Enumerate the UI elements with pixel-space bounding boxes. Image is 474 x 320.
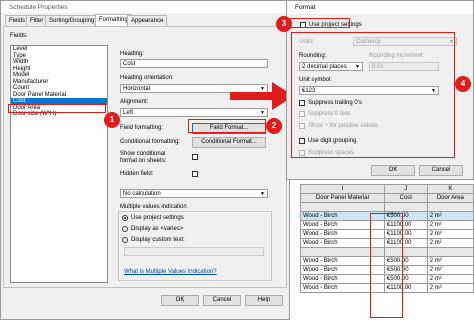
column-header[interactable]: Door Area <box>426 193 474 203</box>
alignment-value: Left <box>123 110 134 116</box>
multiple-values-label: Multiple values indication <box>120 204 187 210</box>
alignment-label: Alignment: <box>120 99 149 105</box>
callout-4: 4 <box>455 76 471 92</box>
tab-appearance[interactable]: Appearance <box>127 15 168 26</box>
heading-orientation-label: Heading orientation: <box>120 75 174 81</box>
highlight-format-options <box>291 32 455 158</box>
cell-area[interactable]: 2 m² <box>426 229 474 239</box>
callout-3: 3 <box>276 16 292 32</box>
format-dialog-titlebar: Format <box>287 1 473 14</box>
formatting-panel: Fields: Level Type Width Height Model Manufac… <box>3 26 287 288</box>
group-header-row <box>300 202 474 212</box>
ok-button[interactable]: OK <box>161 295 199 306</box>
column-letter: K <box>426 184 474 194</box>
fields-label: Fields: <box>10 33 28 39</box>
column-header[interactable]: Door Panel Material <box>300 193 385 203</box>
show-conditional-label: Show conditional format on sheets: <box>120 151 167 164</box>
column-letter-row: I J K <box>300 184 474 194</box>
cell-area[interactable]: 2 m² <box>426 238 474 248</box>
cell-area[interactable]: 2 m² <box>426 256 474 266</box>
column-letter: I <box>300 184 385 194</box>
display-varies-label: Display as <varies> <box>131 226 184 232</box>
use-project-settings-label: Use project settings <box>131 215 184 221</box>
fields-listbox[interactable]: Level Type Width Height Model Manufacturer Cou… <box>10 45 108 283</box>
format-dialog-title: Format <box>295 4 316 11</box>
highlight-cost-field <box>8 104 106 113</box>
heading-label: Heading: <box>120 51 145 57</box>
group-cell <box>300 202 385 212</box>
show-conditional-checkbox[interactable] <box>192 154 198 160</box>
dialog-titlebar: Schedule Properties <box>1 1 289 13</box>
cell-area[interactable]: 2 m² <box>426 265 474 275</box>
format-cancel-button[interactable]: Cancel <box>419 165 463 176</box>
cell-area[interactable]: 2 m² <box>426 283 474 293</box>
column-letter: J <box>383 184 428 194</box>
cancel-button[interactable]: Cancel <box>203 295 241 306</box>
display-varies-radio[interactable] <box>122 226 128 232</box>
use-project-settings-radio[interactable] <box>122 215 128 221</box>
cell-area[interactable]: 2 m² <box>426 220 474 230</box>
help-button[interactable]: Help <box>245 295 283 306</box>
heading-input[interactable]: Cost <box>120 59 268 68</box>
heading-orientation-value: Horizontal <box>123 86 151 92</box>
dialog-title: Schedule Properties <box>9 4 68 11</box>
format-ok-button[interactable]: OK <box>371 165 415 176</box>
cell-area[interactable]: 2 m² <box>426 274 474 284</box>
multiple-values-help-link[interactable]: What is Multiple Values Indication? <box>124 269 217 275</box>
group-cell <box>426 202 474 212</box>
callout-2: 2 <box>266 118 282 134</box>
highlight-field-format <box>188 119 266 133</box>
hidden-field-label: Hidden field: <box>120 171 154 177</box>
custom-text-input[interactable] <box>124 247 264 256</box>
conditional-format-button[interactable]: Conditional Format... <box>192 137 266 148</box>
chevron-down-icon: ▼ <box>260 191 265 197</box>
column-header-row: Door Panel Material Cost Door Area <box>300 193 474 203</box>
calculation-select[interactable]: No calculation ▼ <box>120 189 268 198</box>
conditional-formatting-label: Conditional formatting: <box>120 139 181 145</box>
display-custom-text-label: Display custom text: <box>131 237 185 243</box>
schedule-properties-dialog: Schedule Properties Fields Filter Sortin… <box>0 0 290 320</box>
calculation-value: No calculation <box>123 191 161 197</box>
group-cell <box>383 202 428 212</box>
group-cell <box>426 247 474 257</box>
display-custom-text-radio[interactable] <box>122 237 128 243</box>
tab-sorting-grouping[interactable]: Sorting/Grouping <box>45 15 99 26</box>
column-header[interactable]: Cost <box>383 193 428 203</box>
cell-area[interactable]: 2 m² <box>426 211 474 221</box>
highlight-cost-column <box>370 213 403 318</box>
callout-1: 1 <box>104 112 120 128</box>
highlight-use-project-settings <box>290 18 350 28</box>
field-formatting-label: Field formatting: <box>120 125 164 131</box>
hidden-field-checkbox[interactable] <box>192 171 198 177</box>
